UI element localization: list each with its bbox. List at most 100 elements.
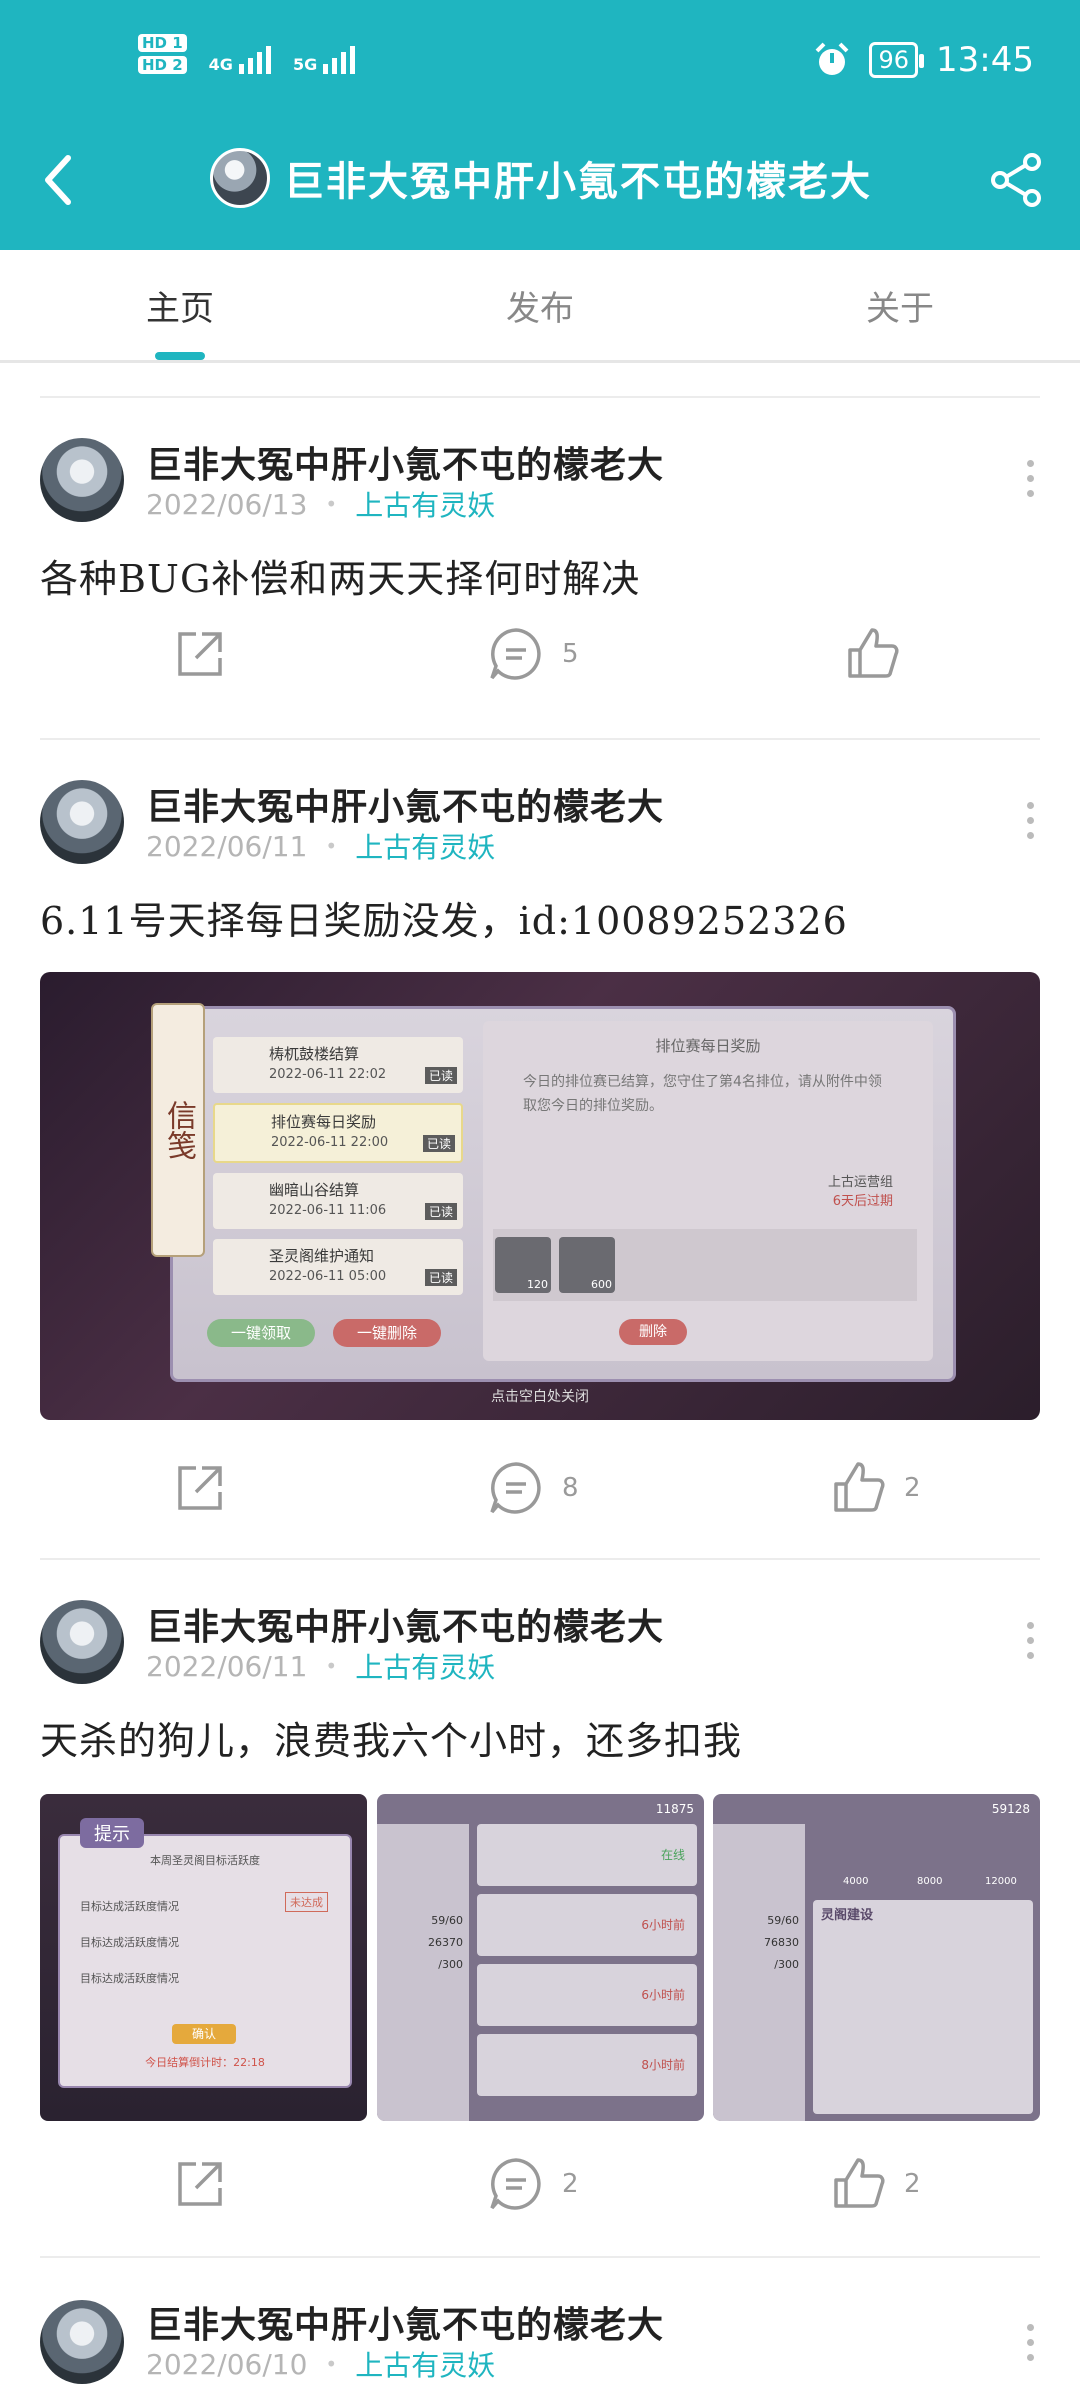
share-icon[interactable]	[988, 152, 1044, 208]
dialog-title: 提示	[80, 1818, 144, 1848]
mail-item-title: 幽暗山谷结算	[269, 1181, 360, 1199]
thumbs-up-icon	[834, 1462, 885, 1512]
claim-all-button[interactable]: 一键领取	[207, 1319, 315, 1347]
mail-sender-block: 上古运营组 6天后过期	[828, 1171, 893, 1209]
meta-separator: •	[325, 1654, 338, 1678]
countdown: 今日结算倒计时：22:18	[145, 2056, 265, 2069]
more-vertical-icon[interactable]	[1024, 1622, 1036, 1659]
like-count: 2	[904, 2169, 921, 2199]
meta-separator: •	[325, 2352, 338, 2376]
comment-button[interactable]: 8	[488, 1460, 579, 1516]
signal-5g-icon: 5G	[293, 46, 356, 74]
mail-item-time: 2022-06-11 22:00	[271, 1135, 389, 1150]
avatar[interactable]	[210, 148, 270, 208]
avatar[interactable]	[40, 2300, 124, 2384]
confirm-button[interactable]: 确认	[172, 2024, 236, 2044]
sim1-badge: HD 1	[138, 34, 187, 52]
more-vertical-icon[interactable]	[1024, 460, 1036, 497]
post-date: 2022/06/13	[146, 487, 308, 521]
battery-indicator: 96	[869, 42, 924, 78]
avatar[interactable]	[40, 1600, 124, 1684]
dialog-row: 目标达成活跃度情况	[80, 1972, 179, 1985]
tab-about[interactable]: 关于	[720, 250, 1080, 360]
mail-item-title: 排位赛每日奖励	[271, 1113, 377, 1131]
tab-about-label: 关于	[866, 288, 934, 329]
member-row[interactable]: 6小时前	[477, 1894, 697, 1956]
post-author[interactable]: 巨非大冤中肝小氪不屯的檬老大	[146, 778, 664, 830]
post-group[interactable]: 上古有灵妖	[355, 2344, 495, 2384]
dialog-subtitle: 本周圣灵阁目标活跃度	[150, 1854, 260, 1867]
comment-count: 8	[562, 1473, 579, 1503]
post-image[interactable]: 11875 59/60 26370 /300 在线 6小时前 6小时前 8小时前	[377, 1794, 704, 2121]
mail-detail-body: 今日的排位赛已结算，您守住了第4名排位，请从附件中领取您今日的排位奖励。	[523, 1074, 882, 1114]
build-panel-title: 灵阁建设	[821, 1908, 874, 1923]
meta-separator: •	[325, 834, 338, 858]
member-row[interactable]: 6小时前	[477, 1964, 697, 2026]
delete-all-button[interactable]: 一键删除	[333, 1319, 441, 1347]
post-card[interactable]: 巨非大冤中肝小氪不屯的檬老大 2022/06/11 • 上古有灵妖 6.11号天…	[0, 740, 1080, 1560]
member-status: 8小时前	[641, 2058, 685, 2072]
member-row[interactable]: 在线	[477, 1824, 697, 1886]
post-card[interactable]: 巨非大冤中肝小氪不屯的檬老大 2022/06/11 • 上古有灵妖 天杀的狗儿，…	[0, 1560, 1080, 2256]
post-author[interactable]: 巨非大冤中肝小氪不屯的檬老大	[146, 2296, 664, 2348]
post-card[interactable]: 巨非大冤中肝小氪不屯的檬老大 2022/06/13 • 上古有灵妖 各种BUG补…	[0, 398, 1080, 738]
stat-value: 59/60	[431, 1914, 463, 1927]
like-button[interactable]	[844, 626, 918, 682]
delete-button[interactable]: 删除	[619, 1319, 687, 1345]
forward-button[interactable]	[172, 626, 228, 682]
sim2-badge: HD 2	[138, 56, 187, 74]
post-author[interactable]: 巨非大冤中肝小氪不屯的檬老大	[146, 436, 664, 488]
reward-item[interactable]: 120	[495, 1237, 551, 1293]
forward-button[interactable]	[172, 1460, 228, 1516]
mail-item-tag: 已读	[422, 1135, 455, 1152]
post-image[interactable]: 59128 59/60 76830 /300 4000 8000 12000 灵…	[713, 1794, 1040, 2121]
post-meta: 2022/06/13 • 上古有灵妖	[146, 484, 495, 524]
tier-value: 12000	[985, 1876, 1017, 1887]
close-hint: 点击空白处关闭	[491, 1389, 589, 1405]
member-status: 在线	[660, 1848, 685, 1862]
chevron-left-icon[interactable]	[38, 150, 78, 210]
mail-item-tag: 已读	[424, 1203, 457, 1220]
like-button[interactable]: 2	[830, 2156, 921, 2212]
post-meta: 2022/06/10 • 上古有灵妖	[146, 2344, 495, 2384]
avatar[interactable]	[40, 438, 124, 522]
forward-icon	[178, 1466, 222, 1510]
thumbs-up-icon	[834, 2158, 885, 2208]
more-vertical-icon[interactable]	[1024, 2324, 1036, 2361]
post-group[interactable]: 上古有灵妖	[355, 484, 495, 524]
thumbs-up-icon	[848, 628, 899, 678]
mail-item[interactable]: 梼杌鼓楼结算 2022-06-11 22:02 已读	[213, 1037, 463, 1093]
reward-item[interactable]: 600	[559, 1237, 615, 1293]
post-author[interactable]: 巨非大冤中肝小氪不屯的檬老大	[146, 1598, 664, 1650]
stat-value: 59/60	[767, 1914, 799, 1927]
status-right: 96 13:45	[813, 40, 1034, 80]
post-date: 2022/06/10	[146, 2347, 308, 2381]
mail-item[interactable]: 排位赛每日奖励 2022-06-11 22:00 已读	[213, 1103, 463, 1163]
mail-item[interactable]: 圣灵阁维护通知 2022-06-11 05:00 已读	[213, 1239, 463, 1295]
comment-button[interactable]: 2	[488, 2156, 579, 2212]
post-group[interactable]: 上古有灵妖	[355, 826, 495, 866]
avatar[interactable]	[40, 780, 124, 864]
post-text: 天杀的狗儿，浪费我六个小时，还多扣我	[40, 1719, 743, 1763]
post-image[interactable]: 提示 本周圣灵阁目标活跃度 目标达成活跃度情况 目标达成活跃度情况 目标达成活跃…	[40, 1794, 367, 2121]
post-actions: 2 2	[0, 2156, 1080, 2236]
post-card[interactable]: 巨非大冤中肝小氪不屯的檬老大 2022/06/10 • 上古有灵妖	[0, 2258, 1080, 2400]
member-row[interactable]: 8小时前	[477, 2034, 697, 2096]
more-vertical-icon[interactable]	[1024, 802, 1036, 839]
reward-tiers: 4000 8000 12000	[813, 1824, 1033, 1894]
tier-value: 4000	[843, 1876, 869, 1887]
post-actions: 8 2	[0, 1460, 1080, 1540]
build-panel: 灵阁建设	[813, 1900, 1033, 2114]
tab-home[interactable]: 主页	[0, 250, 360, 360]
mail-item[interactable]: 幽暗山谷结算 2022-06-11 11:06 已读	[213, 1173, 463, 1229]
comment-button[interactable]: 5	[488, 626, 579, 682]
mail-item-time: 2022-06-11 22:02	[269, 1067, 387, 1082]
forward-button[interactable]	[172, 2156, 228, 2212]
tab-indicator	[155, 352, 205, 360]
like-button[interactable]: 2	[830, 1460, 921, 1516]
like-count: 2	[904, 1473, 921, 1503]
tab-posts[interactable]: 发布	[360, 250, 720, 360]
post-image[interactable]: 信笺 梼杌鼓楼结算 2022-06-11 22:02 已读 排位赛每日奖励 20…	[40, 972, 1040, 1420]
post-group[interactable]: 上古有灵妖	[355, 1646, 495, 1686]
meta-separator: •	[325, 492, 338, 516]
